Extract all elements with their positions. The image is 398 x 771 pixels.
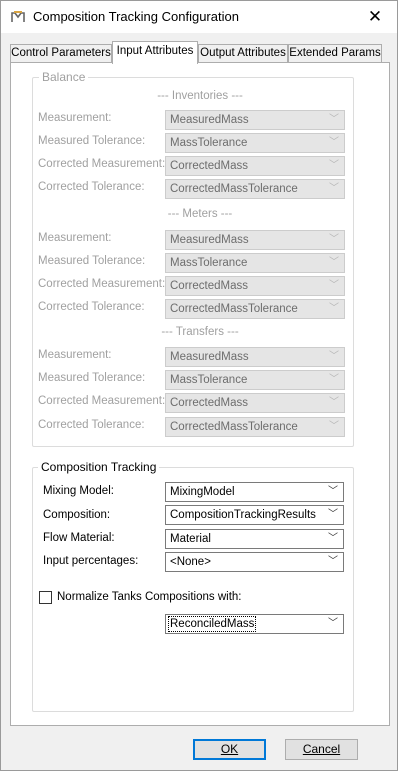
meters-corrected-tolerance-dropdown: CorrectedMassTolerance ﹀ [165,299,345,319]
chevron-down-icon: ﹀ [329,280,339,291]
transfers-corrected-measurement-label: Corrected Measurement: [38,395,166,407]
inventories-corrected-tolerance-label: Corrected Tolerance: [38,181,145,193]
tab-input-attributes[interactable]: Input Attributes [112,41,198,64]
tab-extended-params[interactable]: Extended Params [288,44,382,63]
dropdown-value: CompositionTrackingResults [170,509,316,521]
transfers-header: --- Transfers --- [161,326,239,338]
chevron-down-icon: ﹀ [329,114,339,125]
composition-tracking-group: Composition Tracking [32,460,354,712]
dropdown-value: Material [170,533,211,545]
input-percentages-dropdown[interactable]: <None> ﹀ [165,552,344,572]
app-logo-icon [11,11,25,22]
flow-material-dropdown[interactable]: Material ﹀ [165,529,344,549]
cancel-button[interactable]: Cancel [285,739,358,760]
composition-tracking-title: Composition Tracking [38,460,160,474]
chevron-down-icon: ﹀ [329,351,339,362]
chevron-down-icon: ﹀ [329,421,339,432]
inventories-header: --- Inventories --- [157,90,243,102]
transfers-measured-tolerance-label: Measured Tolerance: [38,372,146,384]
dropdown-value: CorrectedMassTolerance [170,303,298,315]
chevron-down-icon: ﹀ [328,486,338,497]
chevron-down-icon: ﹀ [329,160,339,171]
ok-button-label: OK [220,742,239,756]
meters-header: --- Meters --- [167,208,233,220]
dropdown-value: MixingModel [170,486,235,498]
inventories-measurement-label: Measurement: [38,112,112,124]
normalize-tanks-checkbox[interactable] [39,591,52,604]
dropdown-value: MassTolerance [170,137,248,149]
dropdown-value: MassTolerance [170,257,248,269]
chevron-down-icon: ﹀ [328,509,338,520]
dropdown-value: MeasuredMass [170,234,249,246]
balance-group-title: Balance [39,70,89,84]
mixing-model-dropdown[interactable]: MixingModel ﹀ [165,482,344,502]
dropdown-value: CorrectedMassTolerance [170,421,298,433]
inventories-corrected-measurement-label: Corrected Measurement: [38,158,166,170]
dropdown-value: CorrectedMass [170,160,248,172]
meters-measured-tolerance-dropdown: MassTolerance ﹀ [165,253,345,273]
cancel-button-label: Cancel [302,742,341,756]
inventories-measured-tolerance-dropdown: MassTolerance ﹀ [165,133,345,153]
chevron-down-icon: ﹀ [329,374,339,385]
dropdown-value: ReconciledMass [167,616,257,632]
inventories-measured-tolerance-label: Measured Tolerance: [38,135,146,147]
dropdown-value: CorrectedMassTolerance [170,183,298,195]
chevron-down-icon: ﹀ [329,183,339,194]
window-title: Composition Tracking Configuration [33,9,239,24]
transfers-measurement-dropdown: MeasuredMass ﹀ [165,347,345,367]
close-button[interactable]: ✕ [353,1,397,33]
inventories-measurement-dropdown: MeasuredMass ﹀ [165,110,345,130]
inventories-corrected-measurement-dropdown: CorrectedMass ﹀ [165,156,345,176]
dropdown-value: <None> [170,556,211,568]
dropdown-value: CorrectedMass [170,397,248,409]
close-icon: ✕ [367,7,383,26]
dropdown-value: MeasuredMass [170,114,249,126]
meters-corrected-tolerance-label: Corrected Tolerance: [38,301,145,313]
composition-dropdown[interactable]: CompositionTrackingResults ﹀ [165,505,344,525]
chevron-down-icon: ﹀ [328,556,338,567]
chevron-down-icon: ﹀ [328,533,338,544]
chevron-down-icon: ﹀ [329,397,339,408]
ok-button[interactable]: OK [193,739,266,760]
normalize-tanks-label: Normalize Tanks Compositions with: [57,591,242,603]
meters-corrected-measurement-dropdown: CorrectedMass ﹀ [165,276,345,296]
chevron-down-icon: ﹀ [329,257,339,268]
tab-strip: Control Parameters Input Attributes Outp… [10,41,390,64]
chevron-down-icon: ﹀ [328,618,338,629]
transfers-corrected-tolerance-label: Corrected Tolerance: [38,419,145,431]
inventories-corrected-tolerance-dropdown: CorrectedMassTolerance ﹀ [165,179,345,199]
flow-material-label: Flow Material: [43,532,115,544]
dialog-window: Composition Tracking Configuration ✕ Con… [0,0,398,771]
dropdown-value: CorrectedMass [170,280,248,292]
meters-measured-tolerance-label: Measured Tolerance: [38,255,146,267]
composition-label: Composition: [43,509,111,521]
title-bar: Composition Tracking Configuration ✕ [1,1,397,33]
chevron-down-icon: ﹀ [329,303,339,314]
mixing-model-label: Mixing Model: [43,485,114,497]
transfers-corrected-measurement-dropdown: CorrectedMass ﹀ [165,393,345,413]
tab-output-attributes[interactable]: Output Attributes [198,44,288,63]
transfers-corrected-tolerance-dropdown: CorrectedMassTolerance ﹀ [165,417,345,437]
meters-corrected-measurement-label: Corrected Measurement: [38,278,166,290]
transfers-measured-tolerance-dropdown: MassTolerance ﹀ [165,370,345,390]
transfers-measurement-label: Measurement: [38,349,112,361]
chevron-down-icon: ﹀ [329,137,339,148]
input-percentages-label: Input percentages: [43,555,139,567]
dropdown-value: MeasuredMass [170,351,249,363]
meters-measurement-dropdown: MeasuredMass ﹀ [165,230,345,250]
input-attributes-panel: Balance --- Inventories --- Measurement:… [10,62,390,726]
tab-control-parameters[interactable]: Control Parameters [10,44,112,63]
chevron-down-icon: ﹀ [329,234,339,245]
meters-measurement-label: Measurement: [38,232,112,244]
normalize-with-dropdown[interactable]: ReconciledMass ﹀ [165,614,344,634]
dropdown-value: MassTolerance [170,374,248,386]
